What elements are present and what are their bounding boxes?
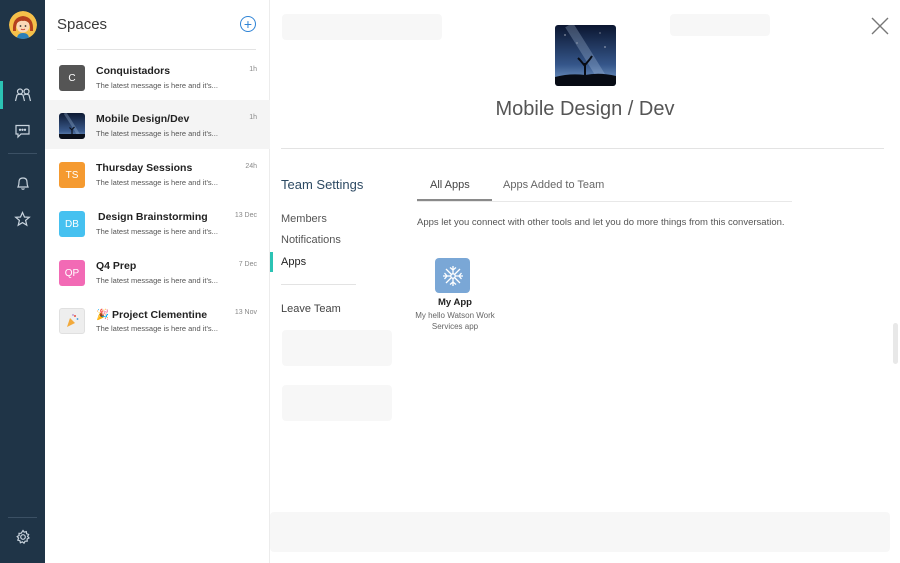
- chat-icon[interactable]: [0, 115, 45, 147]
- space-avatar: DB: [59, 211, 85, 237]
- space-item-design-brainstorming[interactable]: DB Design Brainstorming The latest messa…: [45, 198, 270, 247]
- space-preview: The latest message is here and it's...: [96, 81, 218, 90]
- spaces-panel: Spaces + C Conquistadors The latest mess…: [45, 0, 270, 563]
- space-preview: The latest message is here and it's...: [96, 227, 218, 236]
- space-name: 🎉 Project Clementine: [96, 309, 208, 321]
- tabs-divider: [417, 201, 792, 202]
- active-indicator: [270, 252, 273, 272]
- gear-icon[interactable]: [0, 521, 45, 553]
- space-name: Conquistadors: [96, 65, 171, 77]
- space-time: 24h: [245, 163, 257, 170]
- team-title: Mobile Design / Dev: [495, 98, 675, 120]
- party-popper-icon: [59, 308, 85, 334]
- app-card[interactable]: My App My hello Watson Work Services app: [405, 258, 505, 338]
- space-item-mobile-design-dev[interactable]: Mobile Design/Dev The latest message is …: [45, 100, 270, 149]
- space-preview: The latest message is here and it's...: [96, 276, 218, 285]
- background-header-ghost: [282, 14, 442, 40]
- background-toolbar-ghost: [670, 14, 770, 36]
- bell-icon[interactable]: [0, 167, 45, 199]
- space-name: Design Brainstorming: [98, 211, 208, 223]
- background-message-ghost: [282, 385, 392, 421]
- space-name: Thursday Sessions: [96, 162, 193, 174]
- header-divider: [281, 148, 884, 149]
- team-image: [555, 25, 616, 86]
- space-preview: The latest message is here and it's...: [96, 178, 218, 187]
- space-time: 13 Nov: [234, 309, 257, 316]
- space-name: Mobile Design/Dev: [96, 113, 190, 125]
- apps-description: Apps let you connect with other tools an…: [417, 217, 785, 228]
- rail-divider: [8, 153, 37, 154]
- settings-nav-notifications[interactable]: Notifications: [281, 234, 341, 246]
- space-name: Q4 Prep: [96, 260, 137, 272]
- active-tab-underline: [417, 199, 492, 201]
- add-circle-icon[interactable]: +: [240, 16, 256, 32]
- tab-apps-added-to-team[interactable]: Apps Added to Team: [503, 179, 604, 191]
- space-time: 1h: [249, 66, 257, 73]
- space-preview: The latest message is here and it's...: [96, 129, 218, 138]
- space-item-conquistadors[interactable]: C Conquistadors The latest message is he…: [45, 52, 270, 101]
- app-snowflake-icon: [435, 258, 470, 293]
- space-avatar: QP: [59, 260, 85, 286]
- space-avatar: C: [59, 65, 85, 91]
- background-composer-ghost: [270, 512, 890, 552]
- tab-all-apps[interactable]: All Apps: [430, 179, 470, 191]
- space-item-thursday-sessions[interactable]: TS Thursday Sessions The latest message …: [45, 149, 270, 198]
- settings-heading: Team Settings: [281, 177, 364, 192]
- people-icon[interactable]: [0, 79, 45, 111]
- scrollbar-thumb[interactable]: [893, 323, 898, 364]
- spaces-title: Spaces: [57, 16, 108, 33]
- leave-team-button[interactable]: Leave Team: [281, 303, 341, 315]
- user-avatar-icon[interactable]: [9, 11, 37, 39]
- app-name: My App: [438, 297, 472, 308]
- space-avatar: TS: [59, 162, 85, 188]
- rail-divider-bottom: [8, 517, 37, 518]
- space-item-q4-prep[interactable]: QP Q4 Prep The latest message is here an…: [45, 247, 270, 296]
- space-preview: The latest message is here and it's...: [96, 324, 218, 333]
- close-icon[interactable]: [871, 17, 889, 35]
- left-rail: [0, 0, 45, 563]
- space-time: 1h: [249, 114, 257, 121]
- space-time: 13 Dec: [234, 212, 257, 219]
- settings-divider: [281, 284, 356, 285]
- space-time: 7 Dec: [238, 261, 257, 268]
- spaces-divider: [57, 49, 256, 50]
- star-icon[interactable]: [0, 203, 45, 235]
- app-description: My hello Watson Work Services app: [415, 311, 495, 331]
- settings-nav-apps[interactable]: Apps: [281, 256, 306, 268]
- settings-nav-members[interactable]: Members: [281, 213, 327, 225]
- space-item-project-clementine[interactable]: 🎉 Project Clementine The latest message …: [45, 295, 270, 344]
- background-message-ghost: [282, 330, 392, 366]
- space-avatar-image: [59, 113, 85, 139]
